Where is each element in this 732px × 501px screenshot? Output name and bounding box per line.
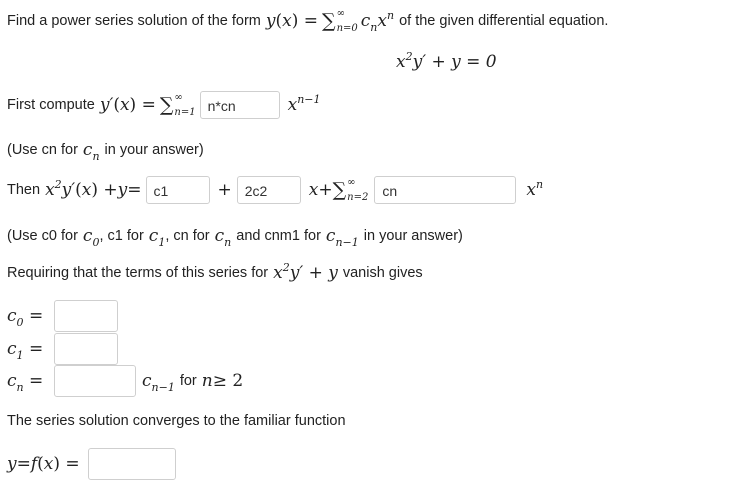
then-label: Then: [7, 182, 41, 198]
sum-symbol: ∑: [322, 10, 336, 32]
hint-row-2: (Use c0 for c0 , c1 for c1 , cn for cn a…: [7, 226, 463, 249]
c0-input[interactable]: [54, 300, 118, 332]
converges-row: The series solution converges to the fam…: [7, 413, 346, 429]
x-term-input[interactable]: 2c2: [236, 176, 301, 204]
differential-equation: x2y′ + y = 0: [396, 50, 497, 72]
derivative-coefficient-input[interactable]: n*cn: [199, 91, 280, 119]
function-input[interactable]: [87, 448, 176, 480]
final-function-row: y = f(x) =: [7, 448, 176, 480]
cn-row: cn = cn−1 for n ≥ 2: [7, 365, 243, 397]
prompt-start: Find a power series solution of the form: [7, 13, 261, 29]
requiring-row: Requiring that the terms of this series …: [7, 261, 423, 283]
sum-symbol: ∑: [159, 94, 174, 116]
cn-input[interactable]: [54, 365, 136, 397]
problem-statement: Find a power series solution of the form…: [7, 8, 609, 35]
constant-term-input[interactable]: c1: [145, 176, 210, 204]
first-compute-label: First compute: [7, 97, 95, 113]
c1-row: c1 =: [7, 333, 118, 365]
prompt-end: of the given differential equation.: [399, 13, 609, 29]
c0-row: c0 =: [7, 300, 118, 332]
hint-row-1: (Use cn for cn in your answer): [7, 140, 204, 163]
series-coefficient-input[interactable]: cn: [374, 176, 517, 204]
sum-symbol: ∑: [332, 179, 347, 201]
first-compute-row: First compute y′(x) = ∑ ∞ n=1 n*cn xn−1: [7, 91, 321, 119]
series-form-math: y: [265, 11, 276, 31]
then-row: Then x2y′(x) + y = c1 + 2c2 x + ∑ ∞ n=2 cn…: [7, 176, 544, 204]
c1-input[interactable]: [54, 333, 118, 365]
